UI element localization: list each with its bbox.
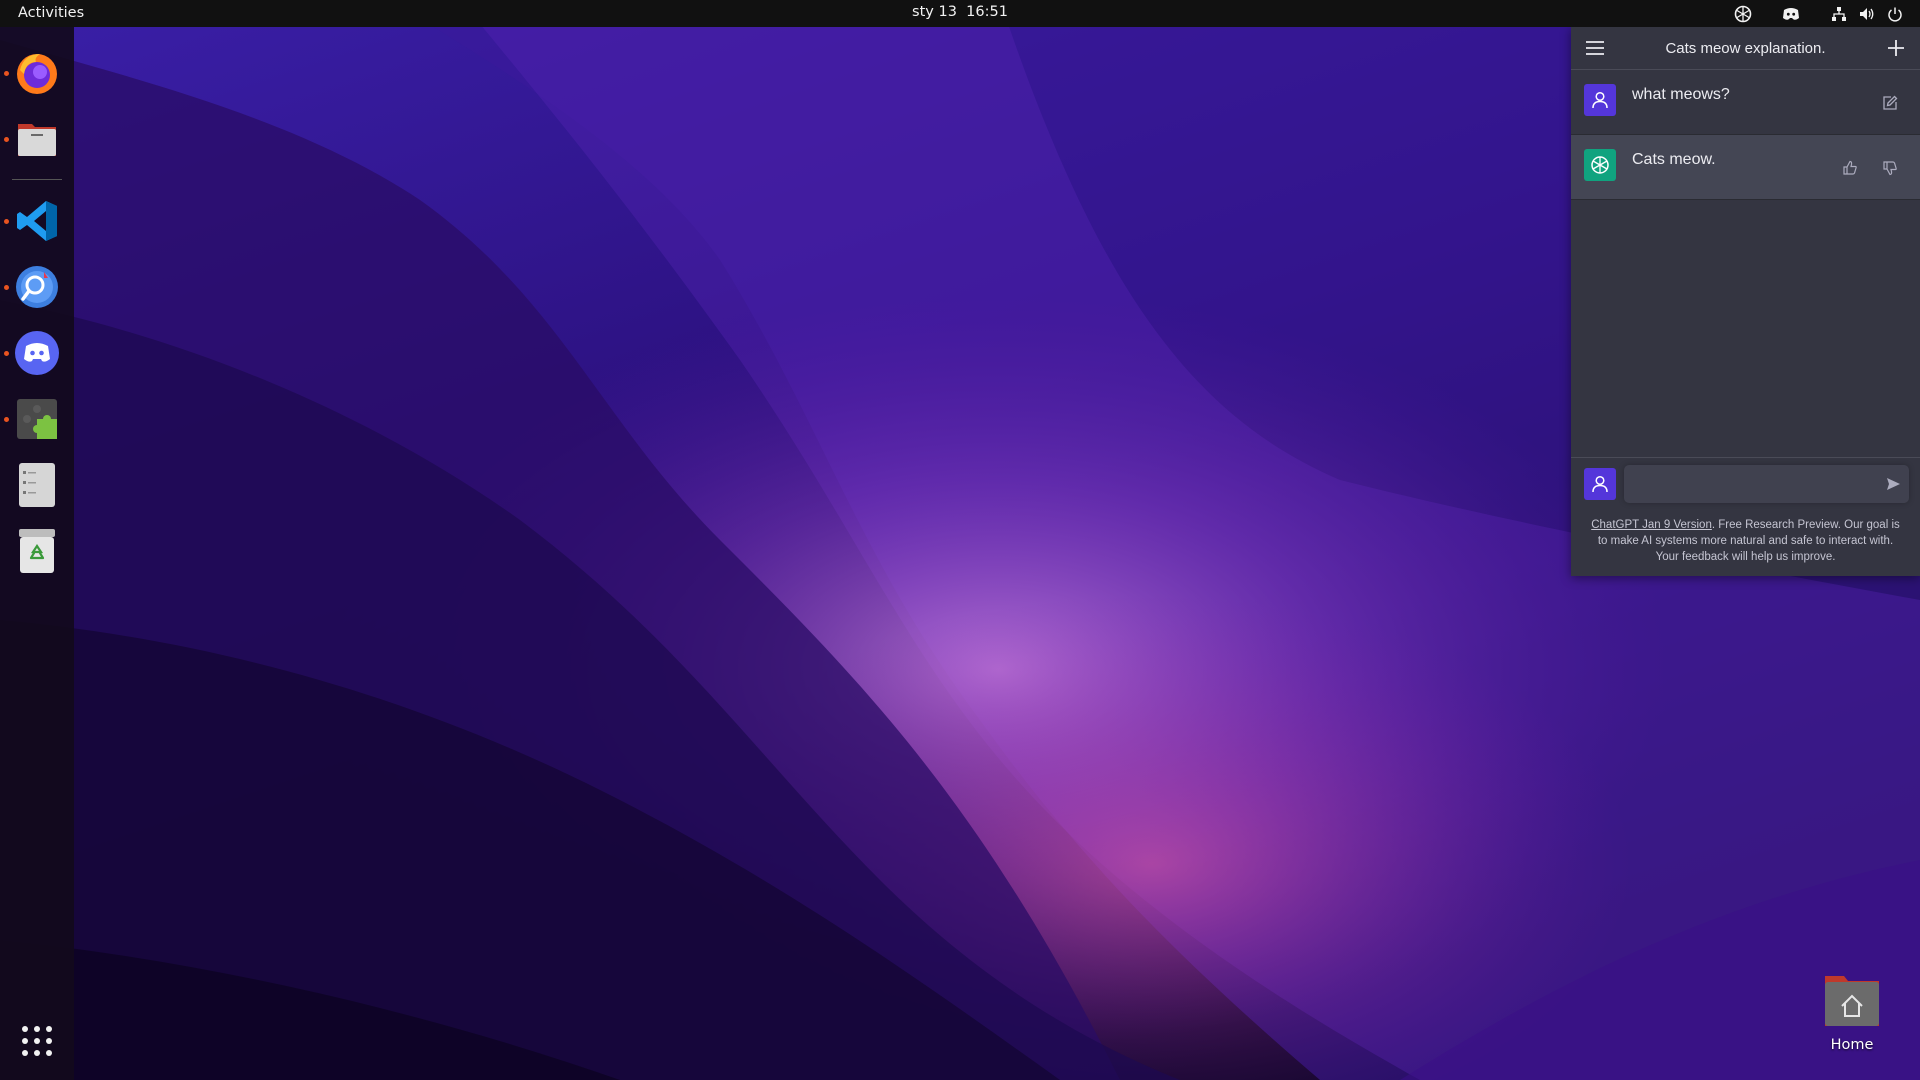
thumbs-down-button[interactable] <box>1881 159 1899 177</box>
user-avatar <box>1584 84 1616 116</box>
user-avatar <box>1584 468 1616 500</box>
dock <box>0 27 74 1080</box>
message-text: what meows? <box>1632 86 1730 103</box>
composer: ChatGPT Jan 9 Version. Free Research Pre… <box>1571 457 1920 576</box>
send-button[interactable] <box>1885 476 1901 492</box>
dock-separator <box>12 179 62 180</box>
discord-icon <box>15 331 59 375</box>
power-icon[interactable] <box>1884 3 1906 25</box>
dock-web-browser[interactable] <box>13 263 61 311</box>
version-link[interactable]: ChatGPT Jan 9 Version <box>1591 519 1712 531</box>
edit-message-button[interactable] <box>1881 94 1899 112</box>
menu-button[interactable] <box>1584 38 1606 58</box>
desktop-home-folder[interactable]: Home <box>1812 970 1892 1060</box>
chat-header: Cats meow explanation. <box>1571 27 1920 70</box>
chatgpt-icon[interactable] <box>1732 3 1754 25</box>
firefox-icon <box>17 54 57 94</box>
hamburger-icon <box>1586 41 1604 55</box>
puzzle-icon <box>17 399 57 439</box>
message-input[interactable] <box>1632 472 1876 498</box>
clock[interactable]: sty 13 16:51 <box>0 4 1920 20</box>
running-indicator <box>4 219 9 224</box>
web-browser-icon <box>16 266 58 308</box>
thumbs-down-icon <box>1883 161 1897 176</box>
network-icon[interactable] <box>1828 3 1850 25</box>
thumbs-up-icon <box>1843 160 1857 175</box>
chat-title: Cats meow explanation. <box>1665 40 1826 57</box>
dock-trash[interactable] <box>13 527 61 575</box>
running-indicator <box>4 351 9 356</box>
dock-discord[interactable] <box>13 329 61 377</box>
dock-vscode[interactable] <box>13 197 61 245</box>
dock-text-editor[interactable] <box>13 461 61 509</box>
dock-extensions[interactable] <box>13 395 61 443</box>
system-tray <box>1732 0 1920 27</box>
user-icon <box>1592 475 1608 493</box>
edit-icon <box>1883 95 1898 110</box>
chatgpt-window: Cats meow explanation. what meows? Cats … <box>1571 27 1920 576</box>
vscode-icon <box>17 201 57 241</box>
message-text: Cats meow. <box>1632 151 1716 168</box>
trash-icon <box>19 529 55 573</box>
chat-footer: ChatGPT Jan 9 Version. Free Research Pre… <box>1585 517 1906 565</box>
volume-icon[interactable] <box>1856 3 1878 25</box>
home-label: Home <box>1830 1037 1874 1053</box>
dock-firefox[interactable] <box>13 49 61 97</box>
home-folder-icon <box>1825 976 1879 1026</box>
running-indicator <box>4 285 9 290</box>
chatgpt-avatar <box>1584 149 1616 181</box>
files-icon <box>18 124 56 156</box>
plus-icon <box>1888 40 1904 56</box>
running-indicator <box>4 71 9 76</box>
text-editor-icon <box>19 463 55 507</box>
running-indicator <box>4 417 9 422</box>
chat-message-user: what meows? <box>1571 70 1920 135</box>
chatgpt-logo-icon <box>1591 156 1609 174</box>
top-bar: Activities sty 13 16:51 <box>0 0 1920 27</box>
message-input-box <box>1624 465 1909 503</box>
new-chat-button[interactable] <box>1886 38 1906 58</box>
thumbs-up-button[interactable] <box>1841 159 1859 177</box>
dock-files[interactable] <box>13 115 61 163</box>
discord-icon[interactable] <box>1780 3 1802 25</box>
send-icon <box>1887 478 1900 490</box>
show-applications-button[interactable] <box>13 1017 61 1065</box>
user-icon <box>1592 91 1608 109</box>
show-applications-icon <box>22 1026 52 1056</box>
chat-message-assistant: Cats meow. <box>1571 135 1920 200</box>
running-indicator <box>4 137 9 142</box>
